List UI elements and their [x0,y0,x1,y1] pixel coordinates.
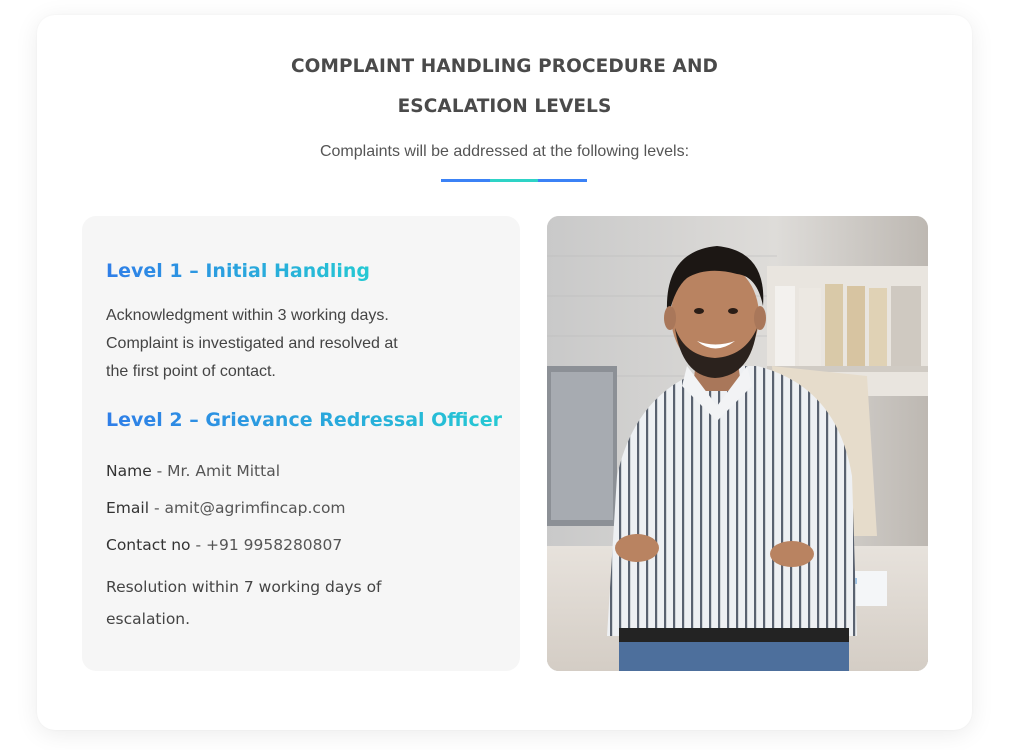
divider-segment-blue-right [538,179,588,182]
title-divider [441,179,588,182]
officer-contact-row: Contact no - +91 9958280807 [106,536,342,554]
officer-portrait-photo [547,216,928,671]
officer-contact-value: - +91 9958280807 [190,536,343,554]
officer-name-row: Name - Mr. Amit Mittal [106,462,280,480]
level-1-line-1: Acknowledgment within 3 working days. [106,307,389,324]
divider-segment-blue-left [441,179,490,182]
officer-email-label: Email [106,499,150,517]
officer-email-row: Email - amit@agrimfincap.com [106,499,346,517]
divider-segment-teal [489,179,539,182]
page-subtitle: Complaints will be addressed at the foll… [319,143,690,160]
level-1-line-2: Complaint is investigated and resolved a… [106,335,398,352]
level-2-heading: Level 2 – Grievance Redressal Officer [106,409,503,431]
level-1-line-3: the first point of contact. [106,363,276,380]
page-title-line-2: ESCALATION LEVELS [397,96,612,117]
page-title-line-1: COMPLAINT HANDLING PROCEDURE AND [290,56,719,77]
level-1-heading: Level 1 – Initial Handling [106,260,370,282]
escalation-card: COMPLAINT HANDLING PROCEDURE AND ESCALAT… [37,15,972,730]
level-2-resolution: Resolution within 7 working days of esca… [106,578,382,628]
officer-name-value: - Mr. Amit Mittal [151,462,281,480]
officer-email-value: - amit@agrimfincap.com [149,499,346,517]
level-1-description: Acknowledgment within 3 working days. Co… [106,302,446,386]
officer-name-label: Name [106,462,152,480]
levels-panel: Level 1 – Initial Handling Acknowledgmen… [82,216,520,671]
portrait-illustration [547,216,928,671]
officer-contact-label: Contact no [106,536,191,554]
